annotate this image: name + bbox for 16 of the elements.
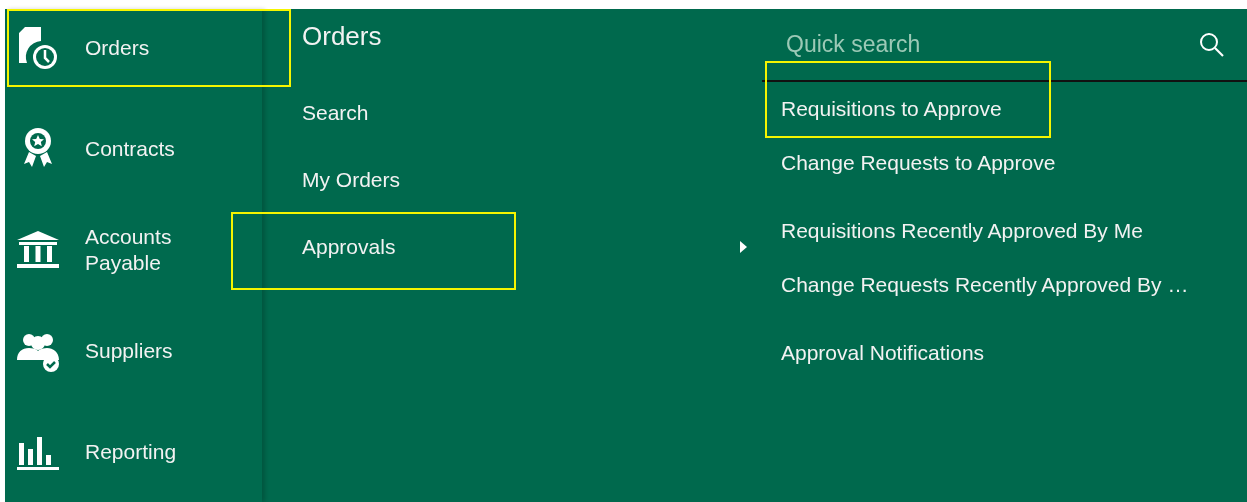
sidebar-item[interactable]: Accounts Payable [85,224,205,276]
menu-item[interactable]: Approvals [302,234,396,259]
submenu-link[interactable]: Requisitions Recently Approved By Me [781,219,1143,243]
submenu-link[interactable]: Approval Notifications [781,341,985,365]
sidebar-item[interactable]: Orders [85,35,205,61]
submenu-link[interactable]: Change Requests Recently Approved By … [781,273,1189,297]
sidebar-item[interactable]: Contracts [85,136,205,162]
search-field[interactable]: Quick search [786,31,1199,58]
sidebar-item[interactable]: Reporting [85,439,205,465]
menu-item[interactable]: My Orders [302,167,400,192]
submenu-link[interactable]: Requisitions to Approve [781,97,1002,121]
menu-item[interactable]: Search [302,100,369,125]
menu-title: Orders [301,20,383,53]
submenu-link[interactable]: Change Requests to Approve [781,151,1056,175]
search-icon[interactable] [1199,31,1225,58]
sidebar-item[interactable]: Suppliers [85,338,205,364]
